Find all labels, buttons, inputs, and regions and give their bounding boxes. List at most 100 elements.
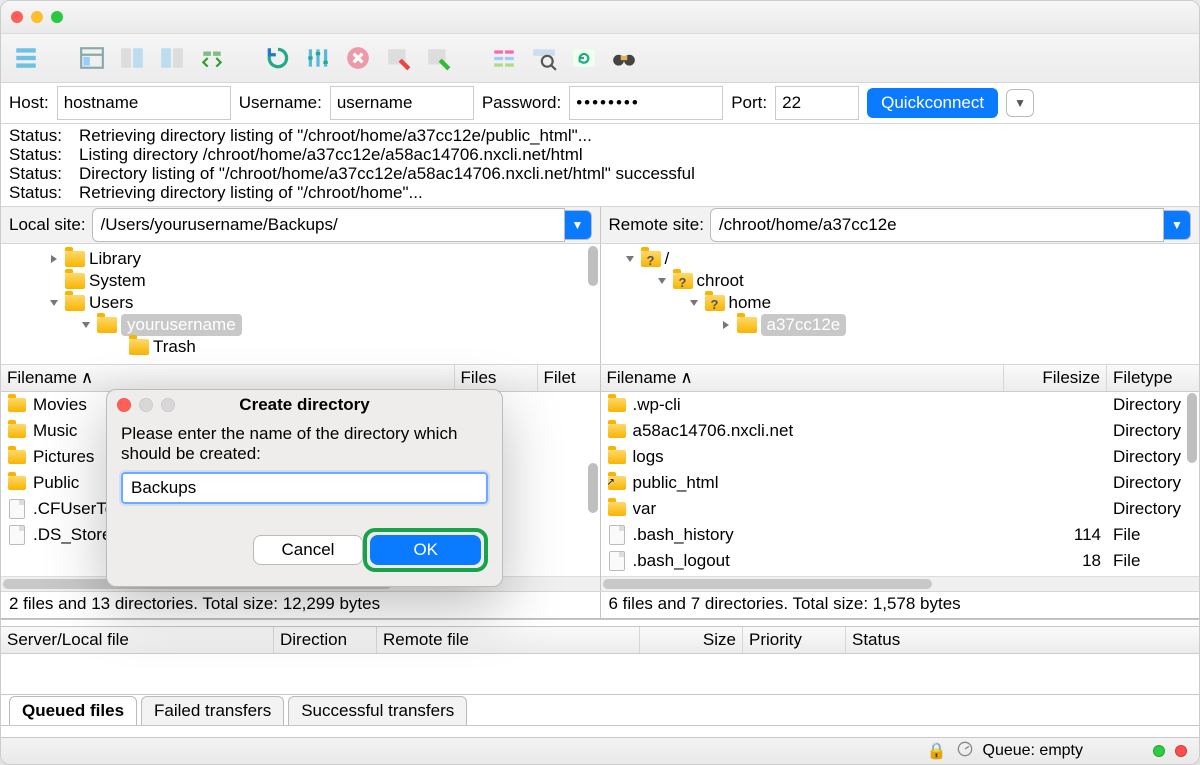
sync-browse-icon[interactable] (567, 43, 601, 73)
scrollbar[interactable] (588, 246, 598, 362)
local-tree[interactable]: LibrarySystemUsersyourusernameTrash (1, 244, 601, 364)
transfer-queue[interactable] (1, 654, 1199, 695)
list-item[interactable]: .bash_logout18File (601, 548, 1200, 574)
list-item[interactable]: .bash_history114File (601, 522, 1200, 548)
remote-summary: 6 files and 7 directories. Total size: 1… (601, 592, 1200, 618)
tab-failed[interactable]: Failed transfers (141, 696, 284, 725)
quickconnect-button[interactable]: Quickconnect (867, 88, 998, 118)
directory-compare-icon[interactable] (487, 43, 521, 73)
col-filename[interactable]: Filename∧ (1, 365, 455, 391)
toolbar (1, 34, 1199, 83)
speed-icon[interactable] (957, 741, 973, 762)
tab-queued[interactable]: Queued files (9, 696, 137, 725)
col-filetype[interactable]: Filetype (1107, 365, 1199, 391)
quickconnect-history-dropdown[interactable]: ▼ (1006, 89, 1034, 117)
window-close[interactable] (11, 11, 23, 23)
window-minimize[interactable] (31, 11, 43, 23)
list-item[interactable]: logs Directory (601, 444, 1200, 470)
host-input[interactable] (57, 86, 231, 120)
folder-icon (7, 447, 27, 467)
tree-node[interactable]: chroot (607, 270, 1194, 292)
remote-file-list[interactable]: Filename∧ Filesize Filetype .wp-cliDirec… (601, 365, 1200, 591)
local-site-input[interactable] (92, 208, 565, 242)
tree-node[interactable]: Users (7, 292, 594, 314)
tree-label: a37cc12e (761, 314, 847, 336)
message-log[interactable]: Status:Retrieving directory listing of "… (1, 124, 1199, 207)
disclosure-icon[interactable] (79, 318, 93, 332)
remote-site-dropdown[interactable]: ▼ (1164, 210, 1191, 240)
col-filetype[interactable]: Filet (538, 365, 600, 391)
cancel-button[interactable]: Cancel (253, 535, 364, 565)
list-item[interactable]: varDirectory (601, 496, 1200, 522)
refresh-icon[interactable] (261, 43, 295, 73)
folder-unknown-icon (705, 295, 725, 311)
toggle-remote-tree-icon[interactable] (115, 43, 149, 73)
site-path-row: Local site: ▼ Remote site: ▼ (1, 207, 1199, 244)
search-remote-icon[interactable] (527, 43, 561, 73)
username-input[interactable] (330, 86, 474, 120)
scrollbar[interactable] (588, 393, 598, 589)
statusbar: 🔒 Queue: empty (1, 737, 1199, 764)
disclosure-icon[interactable] (111, 340, 125, 354)
tree-node[interactable]: a37cc12e (607, 314, 1194, 336)
folder-icon (97, 317, 117, 333)
col-size[interactable]: Size (640, 627, 743, 653)
file-type: Directory (1107, 445, 1193, 469)
reconnect-icon[interactable] (421, 43, 455, 73)
remote-site-label: Remote site: (609, 215, 704, 235)
col-remote[interactable]: Remote file (377, 627, 640, 653)
disclosure-icon[interactable] (47, 274, 61, 288)
remote-tree[interactable]: /chroothomea37cc12e (601, 244, 1200, 364)
binoculars-icon[interactable] (607, 43, 641, 73)
tab-successful[interactable]: Successful transfers (288, 696, 467, 725)
list-item[interactable]: ↗public_htmlDirectory (601, 470, 1200, 496)
col-filesize[interactable]: Filesize (1004, 365, 1107, 391)
col-filename[interactable]: Filename∧ (601, 365, 1005, 391)
tree-node[interactable]: / (607, 248, 1194, 270)
tree-node[interactable]: yourusername (7, 314, 594, 336)
col-status[interactable]: Status (846, 627, 1199, 653)
activity-led-1 (1153, 745, 1165, 757)
disclosure-icon[interactable] (47, 252, 61, 266)
cancel-icon[interactable] (341, 43, 375, 73)
disclosure-icon[interactable] (47, 296, 61, 310)
col-priority[interactable]: Priority (743, 627, 846, 653)
disclosure-icon[interactable] (687, 296, 701, 310)
dialog-prompt: Please enter the name of the directory w… (121, 424, 488, 464)
tree-node[interactable]: Library (7, 248, 594, 270)
tree-node[interactable]: home (607, 292, 1194, 314)
ok-button[interactable]: OK (370, 535, 481, 565)
folder-icon (607, 421, 627, 441)
process-queue-icon[interactable] (301, 43, 335, 73)
local-site-dropdown[interactable]: ▼ (565, 210, 592, 240)
remote-site-input[interactable] (710, 208, 1164, 242)
scrollbar[interactable] (1187, 393, 1197, 589)
tree-label: Trash (153, 336, 196, 358)
folder-icon (7, 395, 27, 415)
sort-asc-icon: ∧ (81, 368, 93, 388)
disclosure-icon[interactable] (623, 252, 637, 266)
directory-name-input[interactable] (121, 472, 488, 504)
h-scrollbar[interactable] (601, 576, 1200, 591)
disclosure-icon[interactable] (655, 274, 669, 288)
password-input[interactable] (569, 86, 723, 120)
list-item[interactable]: a58ac14706.nxcli.netDirectory (601, 418, 1200, 444)
col-direction[interactable]: Direction (274, 627, 377, 653)
lock-icon[interactable]: 🔒 (927, 741, 947, 761)
col-filesize[interactable]: Files (455, 365, 538, 391)
folder-icon (607, 447, 627, 467)
list-item[interactable]: .wp-cliDirectory (601, 392, 1200, 418)
file-name: logs (633, 445, 1016, 469)
toggle-log-icon[interactable] (195, 43, 229, 73)
window-zoom[interactable] (51, 11, 63, 23)
log-msg: Listing directory /chroot/home/a37cc12e/… (79, 145, 583, 164)
col-server[interactable]: Server/Local file (1, 627, 274, 653)
tree-node[interactable]: Trash (7, 336, 594, 358)
site-manager-icon[interactable] (9, 43, 43, 73)
disconnect-icon[interactable] (381, 43, 415, 73)
disclosure-icon[interactable] (719, 318, 733, 332)
tree-node[interactable]: System (7, 270, 594, 292)
toggle-queue-icon[interactable] (155, 43, 189, 73)
toggle-local-tree-icon[interactable] (75, 43, 109, 73)
port-input[interactable] (775, 86, 859, 120)
